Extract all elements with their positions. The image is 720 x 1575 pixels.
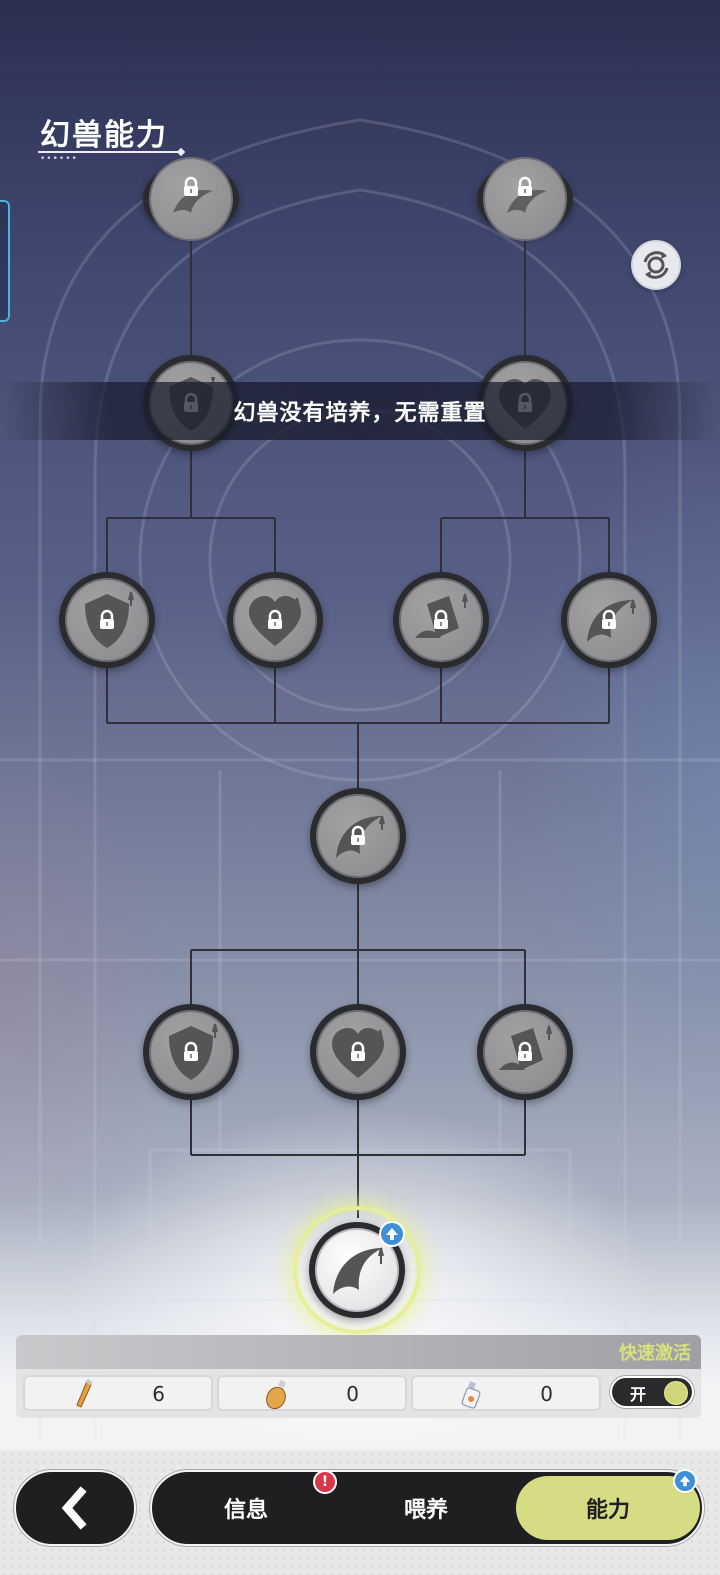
toggle-knob [664,1381,688,1405]
round-potion-icon [266,1380,286,1410]
lock-icon [100,609,114,629]
resource-slot[interactable]: 0 [411,1375,601,1411]
toast-message: 幻兽没有培养，无需重置 [0,382,720,440]
lock-icon [351,825,365,845]
quick-activate-panel: 快速激活 6 0 0 开 [16,1335,701,1418]
lock-icon [602,609,616,629]
lock-icon [518,1041,532,1061]
toggle-label: 开 [630,1385,647,1404]
lock-icon [351,1041,365,1061]
resource-count: 0 [540,1382,553,1406]
skill-node[interactable] [143,1004,239,1100]
tab-bar: 信息 喂养 能力 [150,1470,704,1546]
skill-node[interactable] [143,157,239,241]
resource-slot[interactable]: 0 [217,1375,407,1411]
skill-node[interactable] [477,157,573,241]
skill-node[interactable] [59,572,155,668]
skill-node[interactable] [227,572,323,668]
skill-node[interactable] [393,572,489,668]
resource-count: 0 [346,1382,359,1406]
tab-ability[interactable]: 能力 [516,1476,700,1540]
panel-header: 快速激活 [16,1335,701,1369]
lock-icon [434,609,448,629]
bottle-potion-icon [461,1381,481,1409]
tab-feed[interactable]: 喂养 [356,1476,496,1540]
auto-toggle[interactable]: 开 [610,1376,694,1408]
claw-icon [507,189,547,213]
back-button[interactable] [14,1470,136,1546]
resource-slot[interactable]: 6 [23,1375,213,1411]
lock-icon [184,176,198,196]
skill-node[interactable] [310,788,406,884]
lock-icon [268,609,282,629]
tab-info[interactable]: 信息 [176,1476,316,1540]
back-arrow-icon [61,1486,87,1530]
quick-activate-button[interactable]: 快速激活 [619,1339,691,1365]
resource-count: 6 [152,1382,165,1406]
small-potion-icon [76,1379,93,1408]
upgrade-badge-icon [379,1221,405,1247]
skill-node[interactable] [477,1004,573,1100]
lock-icon [184,1041,198,1061]
claw-icon [173,189,213,213]
lock-icon [518,176,532,196]
upgrade-badge-icon [673,1469,697,1493]
skill-node[interactable] [561,572,657,668]
skill-node[interactable] [310,1004,406,1100]
alert-badge: ! [313,1470,337,1494]
